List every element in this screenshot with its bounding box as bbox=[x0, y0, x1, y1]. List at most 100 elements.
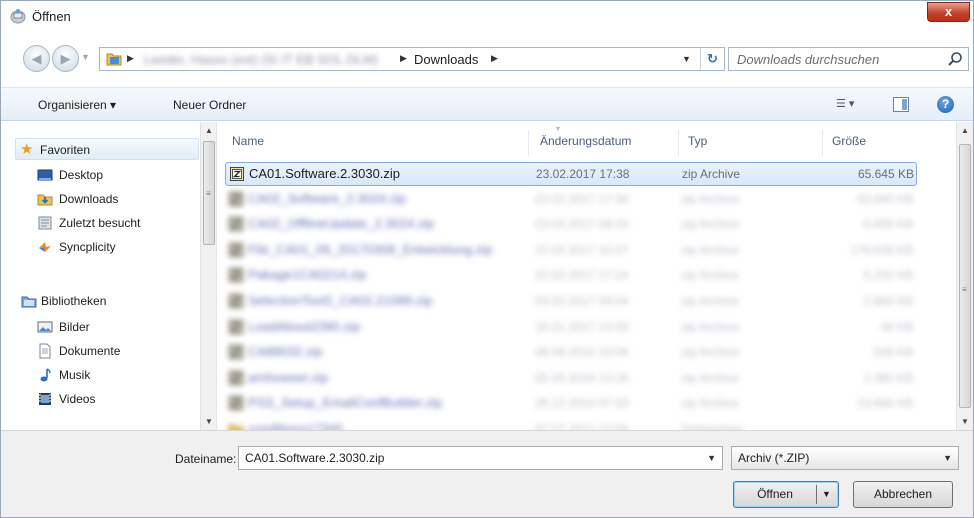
nav-item-favoriten[interactable]: ★ Favoriten bbox=[15, 138, 199, 160]
nav-item-label: Videos bbox=[59, 392, 96, 406]
breadcrumb-user-folder[interactable]: Leeder, Hasso (ext) (SI IT EB SOL DLM) bbox=[144, 52, 378, 67]
file-row[interactable]: conditions17340 07.07.2017 13:56 Dateiordn… bbox=[225, 418, 917, 430]
scroll-up-icon[interactable]: ▲ bbox=[205, 126, 213, 135]
help-icon: ? bbox=[941, 97, 950, 111]
view-options-button[interactable]: ☰ ▾ bbox=[836, 97, 874, 113]
file-list-scrollbar-thumb[interactable]: ≡ bbox=[959, 144, 971, 408]
recent-locations-dropdown-icon[interactable]: ▼ bbox=[81, 52, 90, 62]
sort-indicator-icon: ▾ bbox=[556, 124, 561, 133]
organize-menu-button[interactable]: Organisieren ▾ bbox=[38, 98, 116, 112]
nav-item-bilder[interactable]: Bilder bbox=[1, 316, 201, 338]
nav-item-label: Bilder bbox=[59, 320, 90, 334]
file-name: conditions17340 bbox=[248, 421, 343, 430]
scroll-down-icon[interactable]: ▼ bbox=[961, 417, 969, 426]
open-button[interactable]: Öffnen ▼ bbox=[733, 481, 839, 508]
file-name: arnhowser.zip bbox=[248, 369, 329, 385]
breadcrumb-downloads[interactable]: Downloads bbox=[414, 52, 478, 67]
column-header-name[interactable]: Name bbox=[232, 134, 264, 148]
breadcrumb-chevron-icon[interactable]: ▶ bbox=[127, 53, 134, 64]
file-row[interactable]: PSS_Setup_EmailConfBuilder.zip 26.12.2014… bbox=[225, 392, 917, 416]
zip-archive-icon bbox=[229, 217, 243, 232]
file-name: LoadAbout2390.zip bbox=[248, 318, 361, 334]
cancel-button[interactable]: Abbrechen bbox=[853, 481, 953, 508]
column-header-size[interactable]: Größe bbox=[832, 134, 866, 148]
desktop-icon bbox=[37, 169, 53, 181]
file-row[interactable]: CA01.Software.2.3030.zip 23.02.2017 17:38… bbox=[225, 162, 917, 186]
command-toolbar: Organisieren ▾ Neuer Ordner ☰ ▾ ? bbox=[1, 87, 973, 121]
filename-input[interactable] bbox=[239, 447, 699, 469]
file-type: zip Archive bbox=[681, 268, 740, 283]
file-row[interactable]: CA02_Software_2.3024.zip 23.02.2017 17:30… bbox=[225, 188, 917, 212]
recent-places-icon bbox=[38, 216, 52, 230]
file-date: 23.02.2017 17:30 bbox=[535, 191, 629, 206]
folder-icon bbox=[106, 53, 122, 66]
nav-item-label: Bibliotheken bbox=[41, 294, 107, 308]
file-row[interactable]: Pakage1CA0214.zip 22.02.2017 17:24 zip Arc… bbox=[225, 264, 917, 288]
address-dropdown-icon[interactable]: ▼ bbox=[682, 54, 691, 64]
nav-item-syncplicity[interactable]: Syncplicity bbox=[1, 236, 201, 258]
nav-item-musik[interactable]: Musik bbox=[1, 364, 201, 386]
nav-item-videos[interactable]: Videos bbox=[1, 388, 201, 410]
file-size: 2.864 KB bbox=[863, 294, 913, 308]
file-type: zip Archive bbox=[681, 319, 740, 334]
file-type: zip Archive bbox=[681, 217, 740, 232]
file-size: 178.636 KB bbox=[850, 242, 913, 257]
file-row[interactable]: LoadAbout2390.zip 16.01.2017 13:33 zip Arc… bbox=[225, 316, 917, 340]
file-name: PSS_Setup_EmailConfBuilder.zip bbox=[248, 395, 443, 411]
file-row[interactable]: CA88032.zip 08.08.2016 10:09 zip Archive 53… bbox=[225, 341, 917, 365]
navigation-pane: ★ Favoriten Desktop Downloads Zuletzt be… bbox=[1, 122, 217, 430]
search-box[interactable]: Downloads durchsuchen bbox=[728, 47, 969, 71]
forward-button[interactable]: ▶ bbox=[52, 45, 79, 72]
nav-item-bibliotheken[interactable]: Bibliotheken bbox=[1, 290, 201, 312]
preview-pane-button[interactable] bbox=[893, 97, 909, 112]
file-size: 46 KB bbox=[880, 319, 913, 334]
nav-item-label: Zuletzt besucht bbox=[59, 216, 141, 230]
zip-archive-icon bbox=[229, 396, 243, 411]
file-row[interactable]: CA02_OfflineUpdate_2.3024.zip 23.02.2017 … bbox=[225, 213, 917, 237]
column-header-date[interactable]: Änderungsdatum bbox=[540, 134, 631, 148]
file-date: 26.12.2014 07:33 bbox=[535, 396, 629, 411]
scroll-down-icon[interactable]: ▼ bbox=[205, 417, 213, 426]
filename-dropdown-icon[interactable]: ▼ bbox=[707, 453, 716, 463]
file-row[interactable]: SelectionTool2_CA02.21089.zip 03.02.2017 … bbox=[225, 290, 917, 314]
nav-scrollbar-thumb[interactable]: ≡ bbox=[203, 141, 215, 245]
file-list-scrollbar[interactable]: ▲ ≡ ▼ bbox=[956, 122, 973, 430]
file-name: CA02_OfflineUpdate_2.3024.zip bbox=[248, 216, 435, 232]
column-header-type[interactable]: Typ bbox=[688, 134, 707, 148]
nav-item-dokumente[interactable]: Dokumente bbox=[1, 340, 201, 362]
address-bar[interactable]: ▶ Leeder, Hasso (ext) (SI IT EB SOL DLM)… bbox=[99, 47, 725, 71]
back-button[interactable]: ◀ bbox=[23, 45, 50, 72]
file-type: zip Archive bbox=[682, 167, 741, 181]
open-options-dropdown-icon[interactable]: ▼ bbox=[822, 482, 831, 507]
nav-item-label: Downloads bbox=[59, 192, 119, 206]
breadcrumb-chevron-icon[interactable]: ▶ bbox=[400, 53, 407, 64]
file-name: Pakage1CA0214.zip bbox=[248, 267, 367, 283]
nav-item-recent[interactable]: Zuletzt besucht bbox=[1, 212, 201, 234]
zip-archive-icon bbox=[229, 191, 243, 206]
column-divider[interactable] bbox=[678, 130, 679, 156]
nav-item-desktop[interactable]: Desktop bbox=[1, 164, 201, 186]
column-divider[interactable] bbox=[822, 130, 823, 156]
file-date: 07.07.2017 13:56 bbox=[535, 422, 629, 430]
filename-combobox[interactable]: ▼ bbox=[238, 446, 723, 470]
refresh-button[interactable]: ↻ bbox=[700, 48, 724, 70]
file-name: CA01.Software.2.3030.zip bbox=[249, 166, 401, 181]
column-divider[interactable] bbox=[528, 130, 529, 156]
music-icon bbox=[40, 368, 51, 382]
nav-item-downloads[interactable]: Downloads bbox=[1, 188, 201, 210]
search-icon[interactable] bbox=[947, 51, 963, 67]
bottom-panel: Dateiname: ▼ Archiv (*.ZIP) ▼ Öffnen ▼ A… bbox=[1, 430, 973, 517]
videos-icon bbox=[39, 393, 51, 405]
nav-item-label: Desktop bbox=[59, 168, 104, 182]
close-button[interactable]: x bbox=[927, 2, 970, 22]
scroll-up-icon[interactable]: ▲ bbox=[961, 126, 969, 135]
new-folder-button[interactable]: Neuer Ordner bbox=[173, 98, 246, 112]
file-row[interactable]: arnhowser.zip 05.05.2016 13:18 zip Archive… bbox=[225, 367, 917, 391]
file-type: zip Archive bbox=[681, 370, 740, 385]
nav-scrollbar[interactable]: ▲ ≡ ▼ bbox=[200, 122, 216, 430]
file-date: 23.02.2017 17:38 bbox=[536, 167, 630, 181]
file-type-filter-select[interactable]: Archiv (*.ZIP) ▼ bbox=[731, 446, 959, 470]
breadcrumb-chevron-icon[interactable]: ▶ bbox=[491, 53, 498, 64]
file-row[interactable]: File_CA01_09_20170308_Entwicklung.zip 22.… bbox=[225, 239, 917, 263]
help-button[interactable]: ? bbox=[937, 96, 954, 113]
